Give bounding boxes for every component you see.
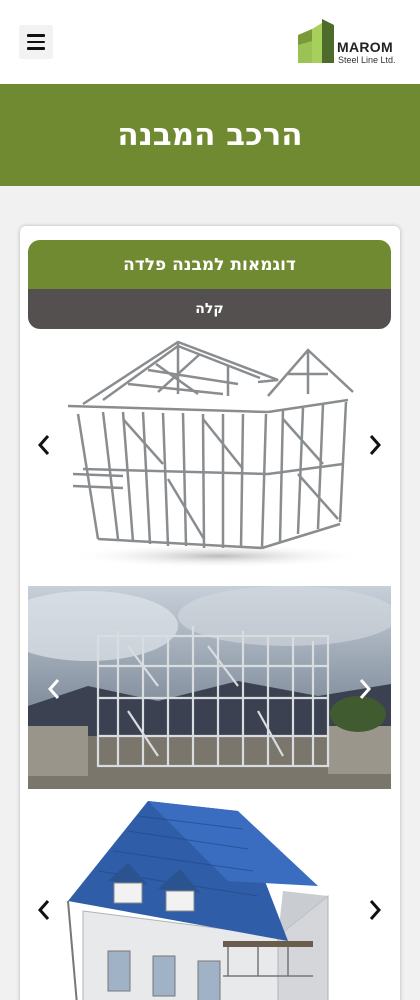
gallery-next-button-3[interactable] (363, 895, 387, 925)
gallery-card: דוגמאות למבנה פלדה קלה (20, 226, 400, 1000)
gallery-slide-construction-photo[interactable] (28, 586, 391, 789)
page-hero: הרכב המבנה (0, 84, 420, 186)
chevron-left-icon (37, 900, 50, 920)
tab-steel-structure-examples[interactable]: דוגמאות למבנה פלדה (28, 240, 391, 289)
gallery-tabs: דוגמאות למבנה פלדה קלה (28, 240, 391, 329)
hamburger-menu-icon[interactable] (19, 25, 53, 59)
gallery-prev-button-2[interactable] (42, 674, 66, 704)
chevron-right-icon (369, 900, 382, 920)
gallery-slide-house-render[interactable] (28, 801, 391, 1000)
chevron-right-icon (359, 679, 372, 699)
tab-light[interactable]: קלה (28, 289, 391, 329)
gallery-next-button-2[interactable] (353, 674, 377, 704)
marom-logo[interactable]: MAROM Steel Line Ltd. (298, 19, 402, 67)
blue-roof-house-image (67, 801, 329, 1000)
gallery-next-button[interactable] (363, 430, 387, 460)
gallery-prev-button-3[interactable] (32, 895, 56, 925)
site-header: MAROM Steel Line Ltd. (0, 0, 420, 84)
chevron-right-icon (369, 435, 382, 455)
steel-frame-house-image (67, 340, 368, 568)
construction-site-image (28, 586, 391, 789)
gallery-slide-steel-frame-render[interactable] (28, 334, 391, 568)
marom-logo-mark-icon (298, 19, 334, 63)
logo-name: MAROM (337, 39, 393, 55)
chevron-left-icon (37, 435, 50, 455)
logo-subtitle: Steel Line Ltd. (338, 55, 396, 65)
gallery-prev-button[interactable] (32, 430, 56, 460)
chevron-left-icon (47, 679, 60, 699)
page-title: הרכב המבנה (117, 117, 303, 153)
